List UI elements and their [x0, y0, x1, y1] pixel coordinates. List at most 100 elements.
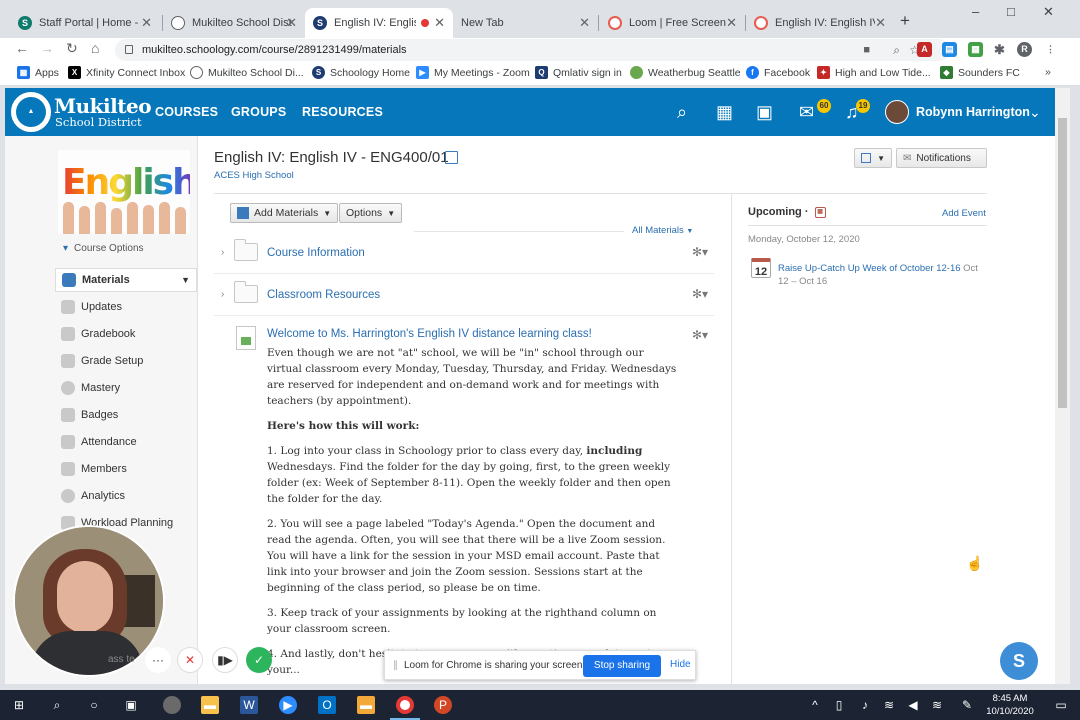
word-icon[interactable]: W	[240, 696, 258, 714]
folder-icon[interactable]: ▬	[357, 696, 375, 714]
bookmark-item[interactable]: f Facebook	[746, 66, 810, 79]
camera-icon[interactable]: ■	[863, 39, 870, 61]
view-toggle-button[interactable]: ▼	[854, 148, 892, 168]
extension-icon[interactable]: ▤	[942, 42, 957, 57]
gear-icon[interactable]: ✻▾	[692, 245, 708, 259]
browser-tab[interactable]: English IV: English IV - ✕	[746, 8, 894, 38]
search-icon[interactable]: ⌕	[48, 696, 66, 714]
sidebar-item-materials[interactable]: Materials ▼	[55, 268, 197, 292]
user-name[interactable]: Robynn Harrington	[916, 105, 1030, 119]
gear-icon[interactable]: ✻▾	[692, 328, 708, 342]
file-explorer-icon[interactable]: ▬	[201, 696, 219, 714]
folder-row[interactable]: › Classroom Resources ✻▾	[214, 276, 714, 316]
sidebar-item-grade-setup[interactable]: Grade Setup	[55, 349, 197, 373]
close-icon[interactable]: ✕	[286, 15, 297, 31]
more-options-icon[interactable]: ···	[145, 647, 171, 673]
stop-sharing-button[interactable]: Stop sharing	[583, 655, 661, 677]
task-view-icon[interactable]: ▣	[122, 696, 140, 714]
pdf-extension-icon[interactable]: A	[917, 42, 932, 57]
event-link[interactable]: Raise Up-Catch Up Week of October 12-16 …	[778, 262, 990, 288]
chevron-up-icon[interactable]: ^	[806, 696, 824, 714]
post-title[interactable]: Welcome to Ms. Harrington's English IV d…	[267, 328, 592, 340]
volume-icon[interactable]: ◀	[904, 696, 922, 714]
bookmark-item[interactable]: ▶ My Meetings - Zoom	[416, 66, 530, 79]
cancel-recording-icon[interactable]: ✕	[177, 647, 203, 673]
maximize-button[interactable]: □	[1007, 4, 1015, 19]
calendar-icon[interactable]: ▣	[756, 102, 773, 123]
bookmark-item[interactable]: S Schoology Home	[312, 66, 410, 79]
sidebar-item-analytics[interactable]: Analytics	[55, 484, 197, 508]
course-options[interactable]: ▾ Course Options	[63, 243, 144, 254]
scrollbar-thumb[interactable]	[1058, 118, 1067, 408]
url-bar[interactable]: mukilteo.schoology.com/course/2891231499…	[115, 39, 950, 61]
calendar-icon[interactable]: ▦	[814, 206, 826, 218]
new-tab-button[interactable]: +	[900, 11, 910, 31]
tray-icon[interactable]: ▯	[830, 696, 848, 714]
folder-row[interactable]: › Course Information ✻▾	[214, 234, 714, 274]
district-logo[interactable]: ▲	[11, 92, 51, 132]
browser-tab[interactable]: New Tab ✕	[453, 8, 598, 38]
apps-grid-icon[interactable]: ▦	[716, 102, 733, 123]
nav-courses[interactable]: COURSES	[155, 105, 218, 119]
taskbar-clock[interactable]: 8:45 AM 10/10/2020	[982, 692, 1038, 718]
gear-icon[interactable]: ✻▾	[692, 287, 708, 301]
chrome-icon[interactable]	[396, 696, 414, 714]
sidebar-item-members[interactable]: Members	[55, 457, 197, 481]
bookmark-item[interactable]: Weatherbug Seattle	[630, 66, 741, 79]
mail-icon[interactable]: ✉	[799, 102, 814, 123]
course-info-icon[interactable]	[445, 151, 458, 164]
chevron-right-icon[interactable]: ›	[221, 289, 224, 300]
browser-tab[interactable]: Mukilteo School Distric ✕	[163, 8, 305, 38]
bookmarks-overflow[interactable]: »	[1045, 66, 1051, 78]
hide-button[interactable]: Hide	[670, 659, 691, 670]
add-event-link[interactable]: Add Event	[942, 208, 986, 219]
profile-icon[interactable]: R	[1017, 42, 1032, 57]
app-icon[interactable]	[163, 696, 181, 714]
close-window-button[interactable]: ✕	[1043, 4, 1054, 20]
chat-bubble[interactable]: S	[1000, 642, 1038, 680]
notifications-button[interactable]: ✉ Notifications	[896, 148, 987, 168]
close-icon[interactable]: ✕	[726, 15, 737, 31]
wifi-icon[interactable]: ≋	[928, 696, 946, 714]
sidebar-item-badges[interactable]: Badges	[55, 403, 197, 427]
bookmark-item[interactable]: ◆ Sounders FC	[940, 66, 1020, 79]
minimize-button[interactable]: –	[972, 4, 979, 19]
cortana-icon[interactable]: ○	[85, 696, 103, 714]
options-button[interactable]: Options ▼	[339, 203, 403, 223]
bookmark-item[interactable]: ✦ High and Low Tide...	[817, 66, 931, 79]
powerpoint-icon[interactable]: P	[434, 696, 452, 714]
loom-camera-bubble[interactable]	[13, 525, 165, 677]
pause-icon[interactable]: ▮▶	[212, 647, 238, 673]
zoom-icon[interactable]: ▶	[279, 696, 297, 714]
close-icon[interactable]: ✕	[875, 15, 886, 31]
finish-recording-icon[interactable]: ✓	[246, 647, 272, 673]
network-icon[interactable]: ≋	[880, 696, 898, 714]
extension-icon[interactable]: ▦	[968, 42, 983, 57]
drag-handle-icon[interactable]: ∥	[393, 660, 398, 671]
add-materials-button[interactable]: Add Materials ▼	[230, 203, 339, 223]
avatar[interactable]	[885, 100, 909, 124]
bookmark-apps[interactable]: ▦ Apps	[17, 66, 59, 79]
chevron-right-icon[interactable]: ›	[221, 247, 224, 258]
puzzle-icon[interactable]: ✱	[992, 42, 1007, 57]
windows-start-icon[interactable]: ⊞	[10, 696, 28, 714]
close-icon[interactable]: ✕	[579, 15, 590, 31]
forward-icon[interactable]: →	[40, 40, 54, 56]
notification-center-icon[interactable]: ▭	[1052, 696, 1070, 714]
menu-icon[interactable]: ⋮	[1043, 42, 1058, 57]
microphone-icon[interactable]: ♪	[856, 696, 874, 714]
bookmark-item[interactable]: Mukilteo School Di...	[190, 66, 304, 79]
pen-icon[interactable]: ✎	[958, 696, 976, 714]
outlook-icon[interactable]: O	[318, 696, 336, 714]
back-icon[interactable]: ←	[15, 40, 29, 56]
chevron-down-icon[interactable]: ⌄	[1029, 104, 1041, 121]
sidebar-item-updates[interactable]: Updates	[55, 295, 197, 319]
caret-down-icon[interactable]: ▼	[181, 275, 190, 285]
bookmark-item[interactable]: Q Qmlativ sign in	[535, 66, 622, 79]
home-icon[interactable]: ⌂	[91, 40, 99, 56]
sidebar-item-mastery[interactable]: Mastery	[55, 376, 197, 400]
scrollbar[interactable]	[1055, 88, 1070, 684]
browser-tab[interactable]: S Staff Portal | Home - H ✕	[10, 8, 160, 38]
sidebar-item-gradebook[interactable]: Gradebook	[55, 322, 197, 346]
zoom-icon[interactable]: ⌕	[893, 39, 900, 61]
